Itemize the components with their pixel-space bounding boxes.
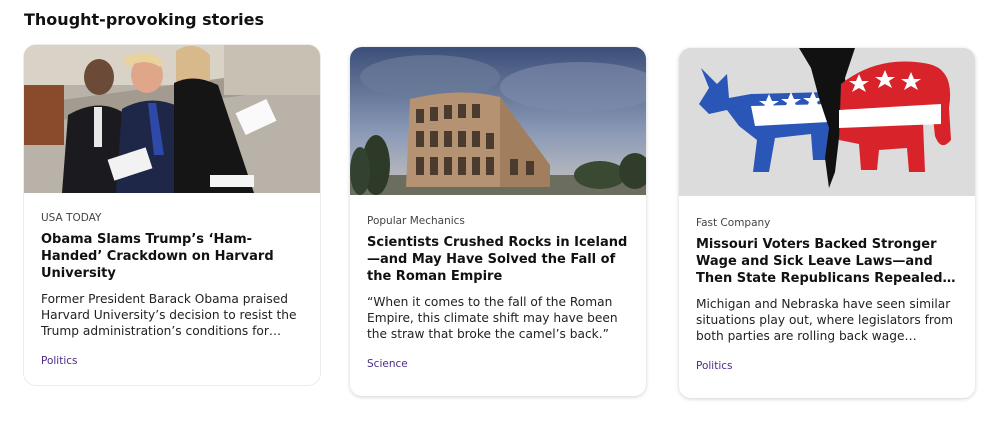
story-card-missouri-wages[interactable]: Fast Company Missouri Voters Backed Stro… xyxy=(679,48,975,398)
story-headline[interactable]: Obama Slams Trump’s ‘Ham-Handed’ Crackdo… xyxy=(41,231,304,282)
story-body: Popular Mechanics Scientists Crushed Roc… xyxy=(367,215,630,342)
story-source: Fast Company xyxy=(696,217,771,229)
story-body: Fast Company Missouri Voters Backed Stro… xyxy=(696,217,959,344)
story-summary: Former President Barack Obama praised Ha… xyxy=(41,292,297,338)
story-image-colosseum[interactable] xyxy=(350,47,646,195)
story-card-obama-harvard[interactable]: USA TODAY Obama Slams Trump’s ‘Ham-Hande… xyxy=(24,45,320,385)
story-category-link[interactable]: Politics xyxy=(41,355,78,367)
story-headline[interactable]: Missouri Voters Backed Stronger Wage and… xyxy=(696,236,959,287)
story-summary: “When it comes to the fall of the Roman … xyxy=(367,295,618,341)
story-image-ceremony[interactable] xyxy=(24,45,320,193)
story-source: USA TODAY xyxy=(41,212,102,224)
story-category-link[interactable]: Science xyxy=(367,358,408,370)
section-title: Thought-provoking stories xyxy=(24,10,265,29)
story-headline[interactable]: Scientists Crushed Rocks in Iceland—and … xyxy=(367,234,630,285)
story-category-link[interactable]: Politics xyxy=(696,360,733,372)
story-image-party-symbols[interactable] xyxy=(679,48,975,196)
story-source: Popular Mechanics xyxy=(367,215,465,227)
story-summary: Michigan and Nebraska have seen similar … xyxy=(696,297,954,343)
story-body: USA TODAY Obama Slams Trump’s ‘Ham-Hande… xyxy=(41,212,304,339)
story-card-roman-empire[interactable]: Popular Mechanics Scientists Crushed Roc… xyxy=(350,47,646,396)
